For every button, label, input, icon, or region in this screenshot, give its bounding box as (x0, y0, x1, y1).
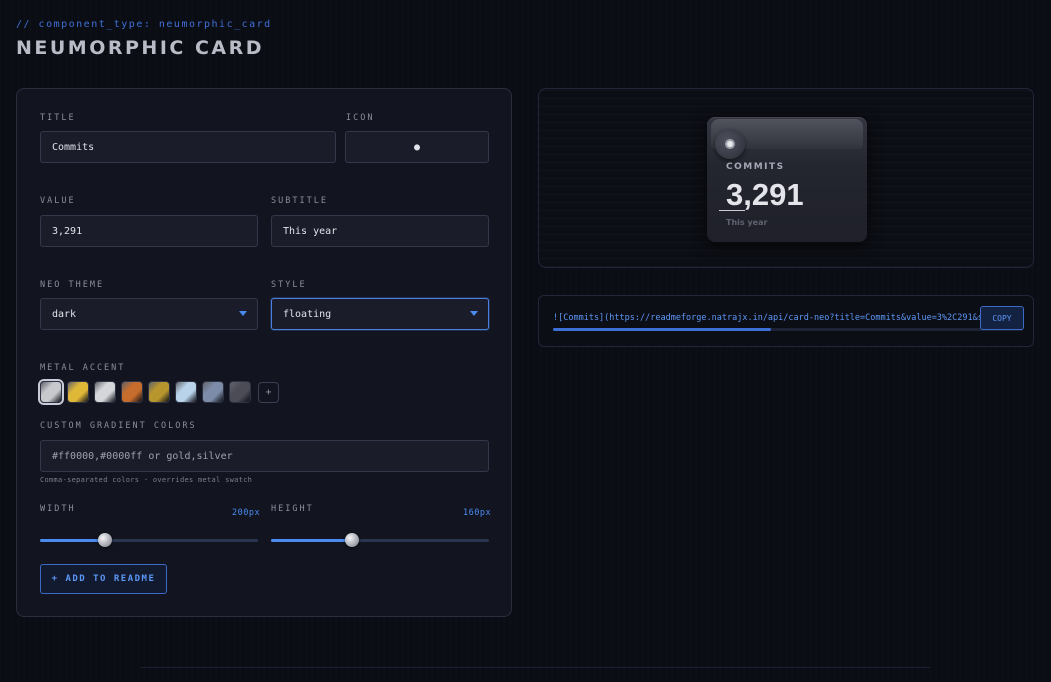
card-underline (719, 210, 745, 211)
custom-gradient-placeholder: #ff0000,#0000ff or gold,silver (52, 450, 233, 462)
metal-swatch-gold[interactable] (67, 381, 89, 403)
height-value: 160px (463, 508, 492, 518)
neo-theme-select[interactable]: dark (40, 298, 258, 330)
card-subtitle: This year (726, 218, 768, 227)
icon-label: ICON (346, 113, 375, 123)
title-input[interactable]: Commits (40, 131, 336, 163)
width-slider-fill (40, 539, 106, 542)
style-select[interactable]: floating (271, 298, 489, 330)
card-value: 3,291 (726, 177, 804, 212)
markdown-snippet-box: ![Commits](https://readmeforge.natrajx.i… (538, 295, 1034, 347)
chevron-down-icon (470, 311, 478, 316)
height-slider-thumb[interactable] (344, 533, 359, 547)
page-title: NEUMORPHIC CARD (16, 37, 265, 59)
card-preview: COMMITS 3,291 This year (538, 88, 1034, 268)
custom-gradient-hint: Comma-separated colors · overrides metal… (40, 476, 253, 484)
neo-theme-label: NEO THEME (40, 280, 105, 290)
style-label: STYLE (271, 280, 307, 290)
custom-gradient-input[interactable]: #ff0000,#0000ff or gold,silver (40, 440, 489, 472)
settings-panel: TITLE Commits ICON ● VALUE 3,291 SUBTITL… (16, 88, 512, 617)
metal-swatch-ice[interactable] (175, 381, 197, 403)
value-label: VALUE (40, 196, 76, 206)
value-input[interactable]: 3,291 (40, 215, 258, 247)
copy-button[interactable]: COPY (980, 306, 1024, 330)
width-label: WIDTH (40, 504, 76, 514)
add-swatch-button[interactable]: + (258, 382, 279, 403)
style-value: floating (283, 308, 332, 320)
custom-gradient-label: CUSTOM GRADIENT COLORS (40, 421, 197, 431)
metal-swatch-gunmetal[interactable] (229, 381, 251, 403)
card-icon (715, 129, 745, 159)
metal-swatch-brass[interactable] (148, 381, 170, 403)
footer-divider (140, 667, 930, 668)
snippet-scrollbar[interactable] (553, 328, 1023, 331)
width-value: 200px (232, 508, 261, 518)
neo-theme-value: dark (52, 308, 77, 320)
markdown-snippet[interactable]: ![Commits](https://readmeforge.natrajx.i… (553, 313, 981, 323)
subtitle-input[interactable]: This year (271, 215, 489, 247)
metal-swatch-silver[interactable] (40, 381, 62, 403)
add-to-readme-button[interactable]: + ADD TO README (40, 564, 167, 594)
neumorphic-card: COMMITS 3,291 This year (707, 117, 867, 242)
metal-swatch-chrome[interactable] (94, 381, 116, 403)
dot-icon (725, 139, 735, 149)
chevron-down-icon (239, 311, 247, 316)
component-type-comment: // component_type: neumorphic_card (16, 19, 272, 30)
subtitle-label: SUBTITLE (271, 196, 328, 206)
width-slider[interactable] (40, 533, 258, 547)
icon-input[interactable]: ● (345, 131, 489, 163)
width-slider-thumb[interactable] (98, 533, 113, 547)
metal-swatch-steel[interactable] (202, 381, 224, 403)
card-title: COMMITS (726, 162, 785, 172)
height-slider-fill (271, 539, 352, 542)
height-label: HEIGHT (271, 504, 314, 514)
metal-accent-label: METAL ACCENT (40, 363, 126, 373)
snippet-scrollbar-thumb[interactable] (553, 328, 771, 331)
metal-swatch-copper[interactable] (121, 381, 143, 403)
title-label: TITLE (40, 113, 76, 123)
height-slider[interactable] (271, 533, 489, 547)
